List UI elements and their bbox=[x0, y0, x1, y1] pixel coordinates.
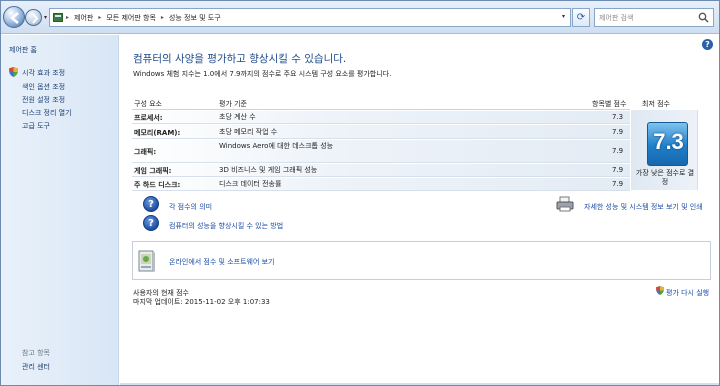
breadcrumb-item[interactable]: 모든 제어판 항목 bbox=[106, 13, 156, 23]
sidebar-item-power[interactable]: 전원 설정 조정 bbox=[22, 95, 65, 105]
header-rating: 평가 기준 bbox=[219, 100, 247, 108]
help-question-icon: ? bbox=[143, 196, 159, 212]
page-title: 컴퓨터의 사양을 평가하고 향상시킬 수 있습니다. bbox=[133, 53, 347, 65]
component-name: 그래픽: bbox=[134, 148, 157, 156]
control-panel-window: ▾ ▸ 제어판 ▸ 모든 제어판 항목 ▸ 성능 정보 및 도구 ▾ ⟳ 제어판… bbox=[0, 0, 720, 386]
header-base-score: 최저 점수 bbox=[642, 100, 670, 108]
printer-icon bbox=[556, 196, 574, 212]
chevron-down-icon[interactable]: ▾ bbox=[562, 13, 565, 20]
chevron-right-icon[interactable]: ▸ bbox=[161, 14, 164, 21]
arrow-right-icon bbox=[32, 13, 39, 24]
refresh-button[interactable]: ⟳ bbox=[572, 8, 590, 27]
intro-text: Windows 체험 지수는 1.0에서 7.9까지의 점수로 주요 시스템 구… bbox=[133, 70, 392, 78]
forward-button[interactable] bbox=[25, 9, 42, 26]
score-meaning-link[interactable]: 각 점수의 의미 bbox=[169, 202, 212, 212]
breadcrumb[interactable]: ▸ 제어판 ▸ 모든 제어판 항목 ▸ 성능 정보 및 도구 ▾ bbox=[49, 8, 571, 27]
table-row: 게임 그래픽: 3D 비즈니스 및 게임 그래픽 성능 7.9 bbox=[132, 164, 630, 177]
sidebar-item-advanced-tools[interactable]: 고급 도구 bbox=[22, 121, 50, 131]
recent-pages-dropdown[interactable]: ▾ bbox=[44, 14, 47, 21]
online-scores-link[interactable]: 온라인에서 점수 및 소프트웨어 보기 bbox=[169, 257, 275, 267]
chevron-right-icon[interactable]: ▸ bbox=[66, 14, 69, 21]
base-score-value: 7.3 bbox=[653, 129, 684, 154]
last-updated: 마지막 업데이트: 2015-11-02 오후 1:07:33 bbox=[133, 298, 270, 306]
component-name: 주 하드 디스크: bbox=[134, 181, 181, 189]
see-also-heading: 참고 항목 bbox=[22, 349, 50, 357]
detailed-info-print-link[interactable]: 자세한 성능 및 시스템 정보 보기 및 인쇄 bbox=[584, 202, 703, 212]
rating-criteria: 초당 계산 수 bbox=[219, 113, 256, 121]
main-content: 컴퓨터의 사양을 평가하고 향상시킬 수 있습니다. Windows 체험 지수… bbox=[120, 35, 719, 385]
online-score-panel[interactable]: 온라인에서 점수 및 소프트웨어 보기 bbox=[132, 241, 711, 280]
table-row: 그래픽: Windows Aero에 대한 데스크톱 성능 7.9 bbox=[132, 140, 630, 163]
subscore: 7.9 bbox=[612, 128, 624, 136]
sidebar-item-action-center[interactable]: 관리 센터 bbox=[22, 362, 50, 372]
sidebar-item-disk-cleanup[interactable]: 디스크 정리 열기 bbox=[22, 108, 72, 118]
sidebar: 제어판 홈 시각 효과 조정 색인 옵션 조정 전원 설정 조정 디스크 정리 … bbox=[1, 35, 119, 385]
help-question-icon: ? bbox=[143, 215, 159, 231]
improve-performance-link[interactable]: 컴퓨터의 성능을 향상시킬 수 있는 방법 bbox=[169, 221, 283, 231]
base-score-note: 가장 낮은 점수로 결정 bbox=[635, 169, 695, 186]
sidebar-home-link[interactable]: 제어판 홈 bbox=[9, 45, 37, 55]
table-header: 구성 요소 평가 기준 항목별 점수 bbox=[132, 96, 630, 110]
rating-criteria: 디스크 데이터 전송률 bbox=[219, 180, 282, 188]
sidebar-item-indexing[interactable]: 색인 옵션 조정 bbox=[22, 82, 65, 92]
component-name: 메모리(RAM): bbox=[134, 129, 181, 137]
refresh-icon: ⟳ bbox=[576, 12, 586, 23]
table-row: 프로세서: 초당 계산 수 7.3 bbox=[132, 111, 630, 124]
search-icon bbox=[698, 12, 709, 23]
rating-criteria: 3D 비즈니스 및 게임 그래픽 성능 bbox=[219, 166, 318, 174]
table-row: 메모리(RAM): 초당 메모리 작업 수 7.9 bbox=[132, 125, 630, 139]
component-name: 프로세서: bbox=[134, 114, 163, 122]
base-score-badge: 7.3 bbox=[647, 122, 688, 166]
breadcrumb-item[interactable]: 제어판 bbox=[74, 13, 93, 23]
search-input[interactable]: 제어판 검색 bbox=[594, 8, 714, 27]
component-name: 게임 그래픽: bbox=[134, 167, 172, 175]
sidebar-item-visual-effects[interactable]: 시각 효과 조정 bbox=[22, 68, 65, 78]
back-button[interactable] bbox=[3, 6, 25, 28]
header-subscore: 항목별 점수 bbox=[592, 100, 627, 108]
chevron-right-icon[interactable]: ▸ bbox=[98, 14, 101, 21]
subscore: 7.9 bbox=[612, 166, 624, 174]
address-bar: ▾ ▸ 제어판 ▸ 모든 제어판 항목 ▸ 성능 정보 및 도구 ▾ ⟳ 제어판… bbox=[1, 1, 719, 34]
subscore: 7.9 bbox=[612, 180, 624, 188]
breadcrumb-item[interactable]: 성능 정보 및 도구 bbox=[169, 13, 221, 23]
rerun-assessment-link[interactable]: 평가 다시 실행 bbox=[666, 288, 709, 298]
uac-shield-icon bbox=[656, 286, 664, 295]
window-bottom-edge bbox=[120, 383, 719, 385]
rating-criteria: 초당 메모리 작업 수 bbox=[219, 128, 278, 136]
uac-shield-icon bbox=[9, 67, 18, 77]
software-box-icon bbox=[138, 250, 155, 272]
rating-criteria: Windows Aero에 대한 데스크톱 성능 bbox=[219, 142, 334, 150]
table-row: 주 하드 디스크: 디스크 데이터 전송률 7.9 bbox=[132, 178, 630, 191]
subscore: 7.9 bbox=[612, 147, 624, 155]
subscore: 7.3 bbox=[612, 113, 624, 121]
search-placeholder: 제어판 검색 bbox=[599, 13, 634, 22]
control-panel-icon bbox=[53, 13, 63, 22]
header-component: 구성 요소 bbox=[134, 100, 162, 108]
arrow-left-icon bbox=[10, 12, 19, 24]
